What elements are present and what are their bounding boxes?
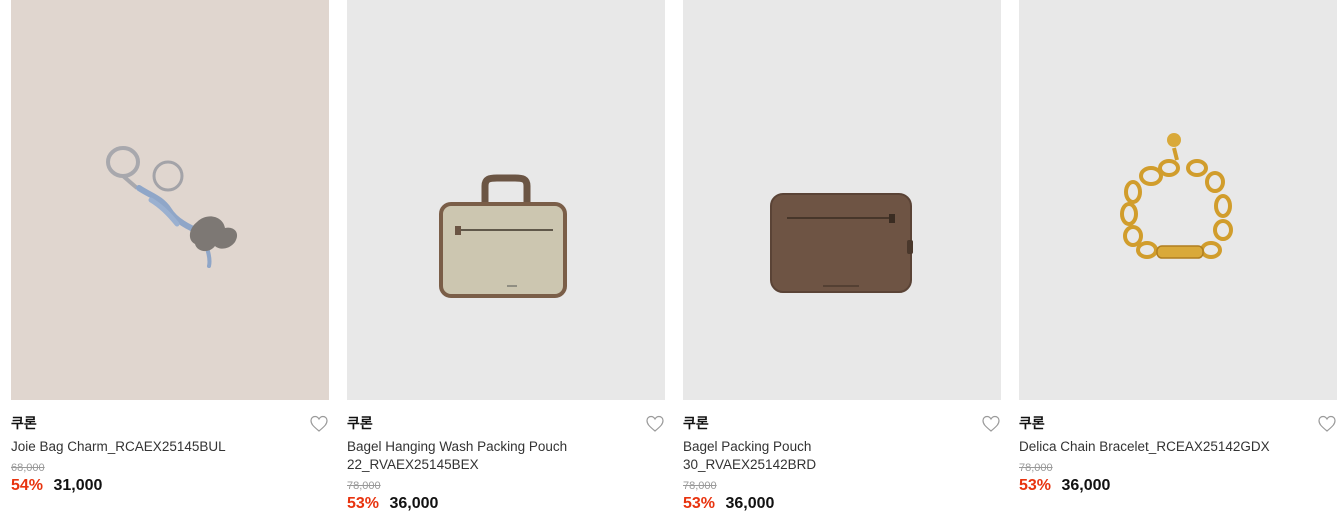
product-info: 쿠론 Bagel Hanging Wash Packing Pouch 22_R…	[347, 400, 665, 514]
discount-rate: 53%	[683, 495, 716, 512]
discount-rate: 53%	[1019, 477, 1052, 494]
product-card[interactable]: 쿠론 Delica Chain Bracelet_RCEAX25142GDX 7…	[1019, 0, 1337, 496]
wash-pouch-image	[347, 0, 665, 400]
price-row: 53% 36,000	[347, 494, 665, 514]
product-name[interactable]: Delica Chain Bracelet_RCEAX25142GDX	[1019, 438, 1279, 456]
product-image-wash-pouch[interactable]	[347, 0, 665, 400]
packing-pouch-image	[683, 0, 1001, 400]
product-image-bag-charm[interactable]	[11, 0, 329, 400]
brand-name: 쿠론	[1019, 415, 1045, 431]
bag-charm-image	[11, 0, 329, 400]
sale-price: 36,000	[1061, 477, 1111, 494]
product-name[interactable]: Bagel Hanging Wash Packing Pouch 22_RVAE…	[347, 438, 607, 474]
product-info: 쿠론 Joie Bag Charm_RCAEX25145BUL 68,000 5…	[11, 400, 329, 496]
product-card[interactable]: 쿠론 Bagel Hanging Wash Packing Pouch 22_R…	[347, 0, 665, 514]
product-info: 쿠론 Bagel Packing Pouch 30_RVAEX25142BRD …	[683, 400, 1001, 514]
product-card[interactable]: 쿠론 Bagel Packing Pouch 30_RVAEX25142BRD …	[683, 0, 1001, 514]
product-grid: 쿠론 Joie Bag Charm_RCAEX25145BUL 68,000 5…	[0, 0, 1343, 512]
discount-rate: 54%	[11, 477, 44, 494]
original-price: 78,000	[1019, 462, 1053, 474]
brand-name: 쿠론	[683, 415, 709, 431]
bracelet-image	[1019, 0, 1337, 400]
sale-price: 31,000	[53, 477, 103, 494]
sale-price: 36,000	[725, 495, 775, 512]
price-row: 53% 36,000	[1019, 476, 1337, 496]
product-name[interactable]: Bagel Packing Pouch 30_RVAEX25142BRD	[683, 438, 943, 474]
wishlist-heart-icon[interactable]	[309, 414, 329, 434]
product-image-bracelet[interactable]	[1019, 0, 1337, 400]
discount-rate: 53%	[347, 495, 380, 512]
wishlist-heart-icon[interactable]	[1317, 414, 1337, 434]
product-card[interactable]: 쿠론 Joie Bag Charm_RCAEX25145BUL 68,000 5…	[11, 0, 329, 496]
wishlist-heart-icon[interactable]	[645, 414, 665, 434]
original-price: 78,000	[347, 480, 381, 492]
price-row: 54% 31,000	[11, 476, 329, 496]
wishlist-heart-icon[interactable]	[981, 414, 1001, 434]
product-name[interactable]: Joie Bag Charm_RCAEX25145BUL	[11, 438, 271, 456]
original-price: 78,000	[683, 480, 717, 492]
product-image-packing-pouch[interactable]	[683, 0, 1001, 400]
brand-name: 쿠론	[11, 415, 37, 431]
brand-name: 쿠론	[347, 415, 373, 431]
sale-price: 36,000	[389, 495, 439, 512]
original-price: 68,000	[11, 462, 45, 474]
product-info: 쿠론 Delica Chain Bracelet_RCEAX25142GDX 7…	[1019, 400, 1337, 496]
price-row: 53% 36,000	[683, 494, 1001, 514]
